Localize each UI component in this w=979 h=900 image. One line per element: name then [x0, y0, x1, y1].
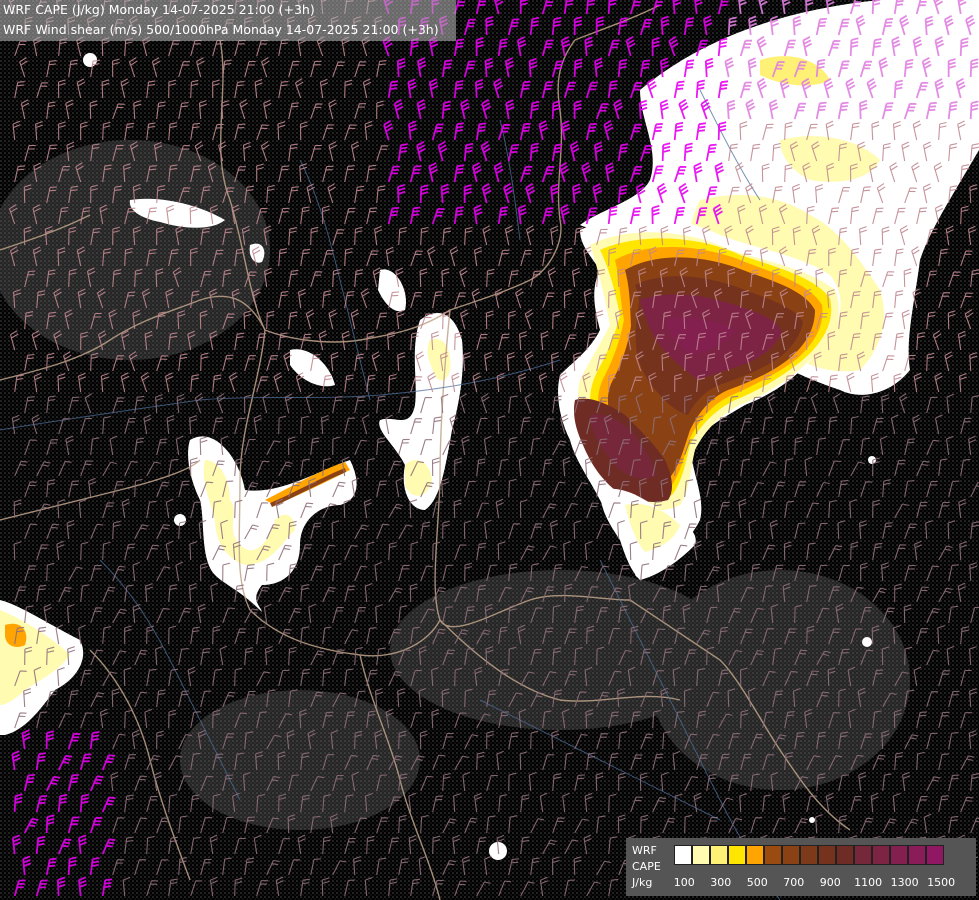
legend-model-label: WRF [632, 844, 657, 857]
cape-wind-shear-map [0, 0, 979, 900]
legend-swatch [872, 845, 890, 865]
legend-tick-label: 1300 [890, 876, 919, 889]
legend-tick-label: 100 [673, 876, 695, 889]
legend-swatch [818, 845, 836, 865]
legend-tick-label: 1100 [854, 876, 883, 889]
legend-param-label: CAPE [632, 860, 661, 873]
legend-swatch [764, 845, 782, 865]
legend-swatch [890, 845, 908, 865]
legend-tick-label: 700 [783, 876, 805, 889]
legend-swatch [782, 845, 800, 865]
legend-swatch [674, 845, 692, 865]
legend-tick-label: 300 [710, 876, 732, 889]
legend-color-scale [674, 845, 944, 865]
map-header: WRF CAPE (J/kg) Monday 14-07-2025 21:00 … [0, 0, 456, 41]
legend-swatch [908, 845, 926, 865]
legend-ticks: 100 300 500 700 900 1100 1300 1500 [674, 876, 979, 890]
cape-legend: WRF CAPE J/kg 100 300 500 700 900 1100 1300 150… [626, 838, 976, 896]
cape-title: WRF CAPE (J/kg) Monday 14-07-2025 21:00 … [3, 2, 315, 17]
legend-swatch [800, 845, 818, 865]
legend-swatch [926, 845, 944, 865]
legend-swatch [710, 845, 728, 865]
weather-map-viewport: WRF CAPE (J/kg) Monday 14-07-2025 21:00 … [0, 0, 979, 900]
legend-tick-label: 1500 [927, 876, 956, 889]
legend-swatch [692, 845, 710, 865]
legend-swatch [854, 845, 872, 865]
legend-unit-label: J/kg [632, 876, 653, 889]
legend-swatch [836, 845, 854, 865]
legend-swatch [728, 845, 746, 865]
legend-tick-label: 900 [819, 876, 841, 889]
legend-tick-label: 500 [746, 876, 768, 889]
wind-shear-title: WRF Wind shear (m/s) 500/1000hPa Monday … [3, 22, 439, 37]
legend-swatch [746, 845, 764, 865]
